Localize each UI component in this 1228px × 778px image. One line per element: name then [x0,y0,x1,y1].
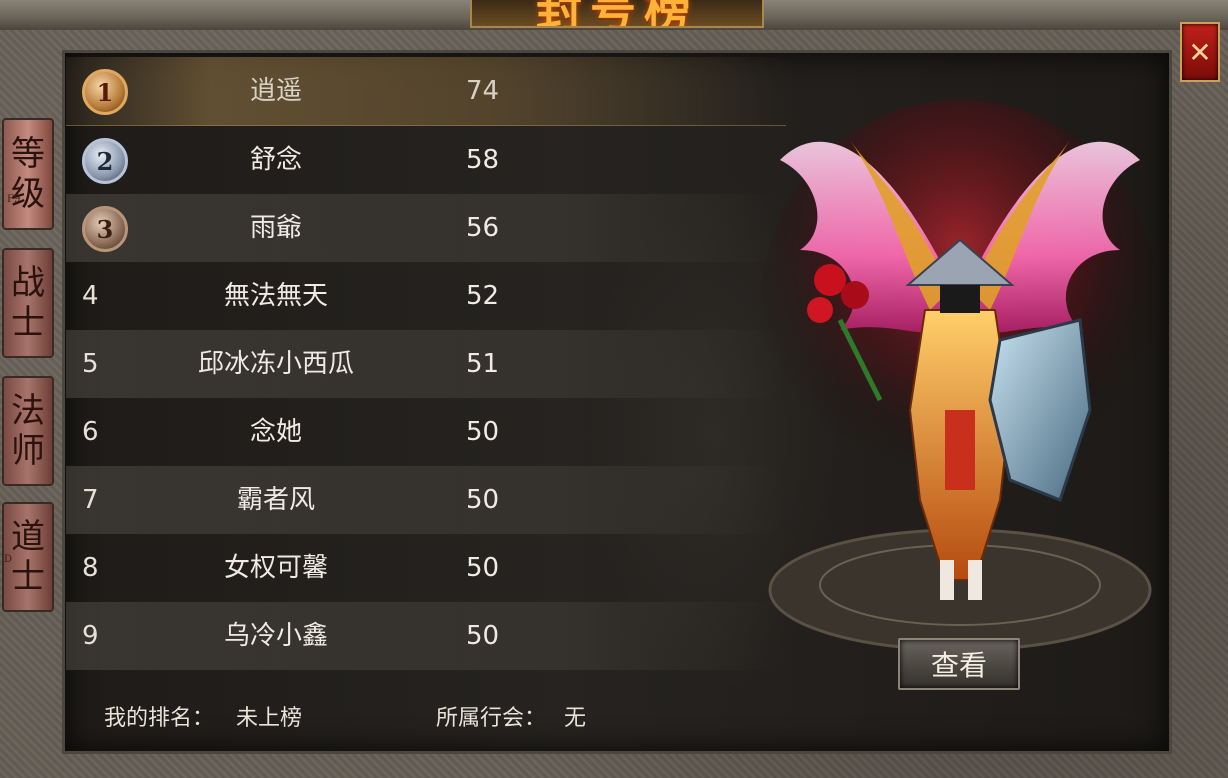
left-boot [940,560,954,600]
rank-medal-icon: 1 [82,69,128,115]
my-rank-label: 我的排名： [104,706,215,731]
player-name: 念她 [249,417,302,447]
player-name: 雨爺 [249,213,302,243]
tab-hotkey: D [4,554,13,565]
tab-mage[interactable]: 法 师 [2,376,54,486]
ranking-list: 1 逍遥 74 2 舒念 58 3 雨爺 56 4 無法無天 52 5 邱冰冻小… [66,57,786,670]
tab-label-top: 战 [11,263,45,303]
rose [841,281,869,309]
rank-number: 9 [82,621,99,651]
player-level: 51 [466,349,500,379]
ranking-row[interactable]: 1 逍遥 74 [66,57,786,126]
tab-label-top: 道 [11,517,45,557]
right-boot [968,560,982,600]
player-level: 58 [466,145,500,175]
rank-number: 4 [82,281,99,311]
rank-medal-icon: 2 [82,138,128,184]
ranking-row[interactable]: 2 舒念 58 [66,126,786,194]
tab-label-bottom: 士 [11,557,45,597]
tab-label-bottom: 师 [11,431,45,471]
tab-hotkey: F9 [7,194,21,205]
my-rank-value: 未上榜 [236,706,303,731]
ranking-row[interactable]: 4 無法無天 52 [66,262,786,330]
tabard [945,410,975,490]
guild-label: 所属行会： [436,706,547,731]
tab-level[interactable]: 等 级 F9 [2,118,54,230]
tab-label-top: 等 [11,134,45,174]
player-name: 女权可馨 [223,553,328,583]
ranking-row[interactable]: 8 女权可馨 50 [66,534,786,602]
player-name: 逍遥 [249,76,302,106]
view-button[interactable]: 查看 [898,638,1020,690]
rank-medal-icon: 3 [82,206,128,252]
rank-number: 8 [82,553,99,583]
window-title: 封号榜 [536,0,698,28]
rose [807,297,833,323]
guild-value: 无 [564,706,587,731]
close-icon: ✕ [1188,35,1212,69]
rank-number: 6 [82,417,99,447]
player-level: 50 [466,621,500,651]
rank-number: 5 [82,349,99,379]
player-name: 邱冰冻小西瓜 [197,349,354,379]
player-name: 霸者风 [236,485,315,515]
ranking-row[interactable]: 6 念她 50 [66,398,786,466]
tab-warrior[interactable]: 战 士 [2,248,54,358]
title-plate: 封号榜 [470,0,764,28]
tab-taoist[interactable]: 道 士 D [2,502,54,612]
ranking-row[interactable]: 9 乌冷小鑫 50 [66,602,786,670]
player-level: 50 [466,485,500,515]
close-button[interactable]: ✕ [1180,22,1220,82]
player-level: 56 [466,213,500,243]
player-level: 50 [466,553,500,583]
rank-number: 7 [82,485,99,515]
face-shadow [940,285,980,313]
player-name: 舒念 [249,145,302,175]
player-name: 乌冷小鑫 [223,621,328,651]
tab-label-top: 法 [11,391,45,431]
ranking-row[interactable]: 3 雨爺 56 [66,194,786,262]
rose [814,264,846,296]
tab-label-bottom: 士 [11,303,45,343]
player-level: 74 [466,76,500,106]
ranking-row[interactable]: 7 霸者风 50 [66,466,786,534]
player-level: 52 [466,281,500,311]
player-name: 無法無天 [223,281,328,311]
ranking-row[interactable]: 5 邱冰冻小西瓜 51 [66,330,786,398]
player-level: 50 [466,417,500,447]
character-preview [760,100,1160,652]
